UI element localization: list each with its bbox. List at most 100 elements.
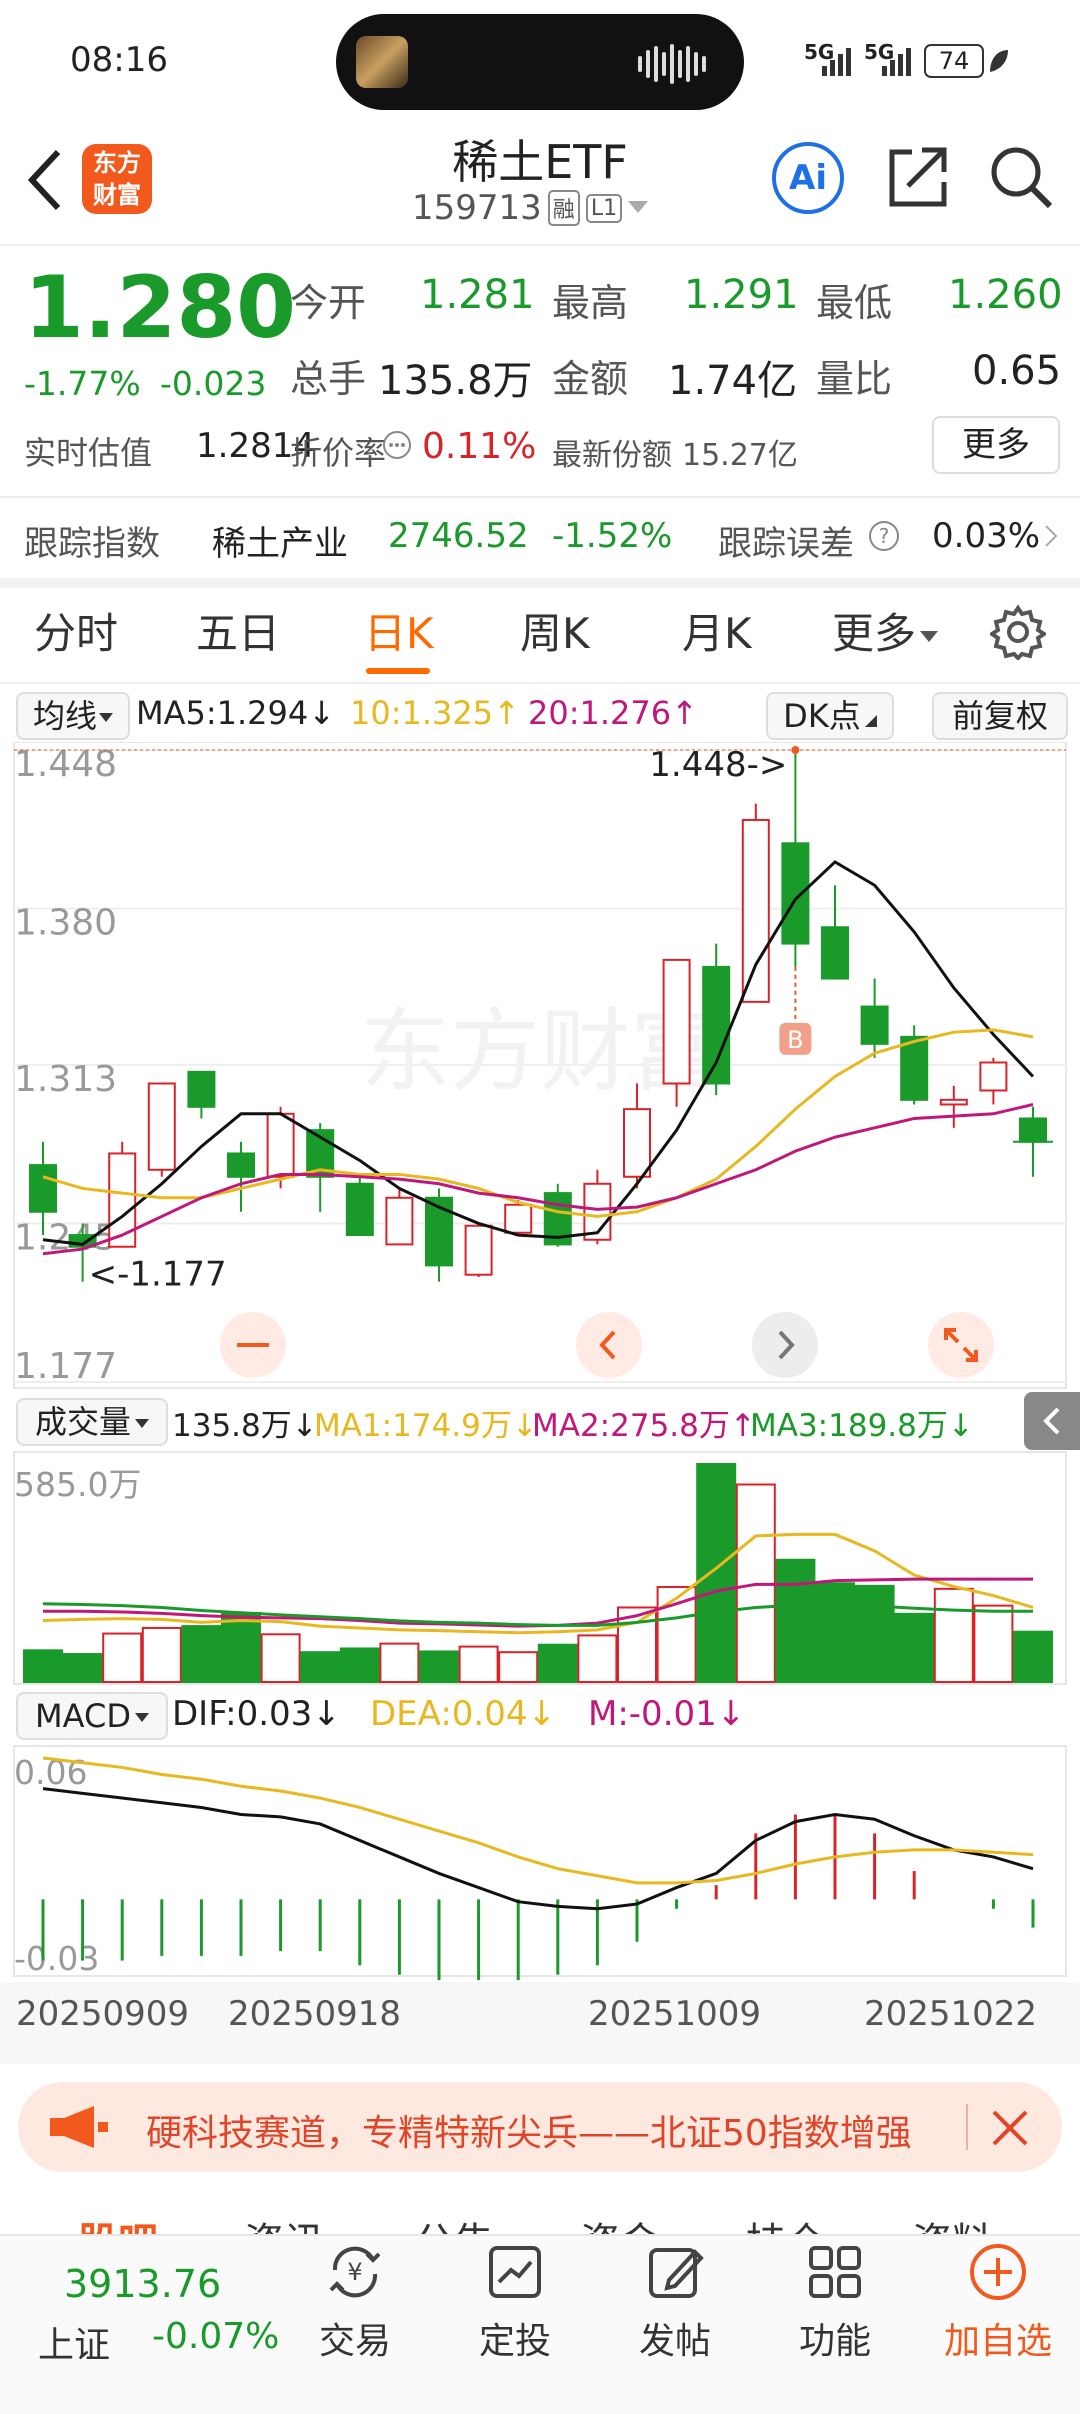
low-annotation: <-1.177 <box>89 1255 227 1295</box>
macd-indicator-select[interactable]: MACD <box>16 1692 168 1740</box>
volume-chart[interactable]: 585.0万 <box>0 1450 1080 1686</box>
candle <box>939 1085 968 1128</box>
indicator-select-label: 均线 <box>32 697 97 735</box>
chevron-left-icon <box>1043 1407 1060 1435</box>
dk-point-label: DK点 <box>783 697 861 735</box>
tab-weekly-k[interactable]: 周K <box>520 600 590 661</box>
caret-down-icon <box>135 1419 149 1428</box>
tracking-index-name[interactable]: 稀土产业 <box>212 516 348 565</box>
market-index-value[interactable]: 3913.76 <box>64 2262 221 2306</box>
zoom-out-button[interactable] <box>220 1312 286 1378</box>
volume-bar <box>696 1463 737 1683</box>
side-panel-toggle[interactable] <box>1024 1392 1080 1450</box>
add-circle-icon <box>970 2244 1026 2300</box>
volume-bar <box>181 1625 222 1684</box>
corner-triangle-icon <box>864 715 877 727</box>
open-value: 1.281 <box>420 272 535 318</box>
nav-fixed-invest[interactable]: 定投 <box>460 2240 570 2364</box>
date-label: 20251009 <box>588 1994 762 2034</box>
section-tab-profile[interactable]: 资料 <box>912 2210 992 2234</box>
caret-down-icon <box>99 713 113 722</box>
section-tab-announcements[interactable]: 公告 <box>414 2210 494 2234</box>
app-thumbnail-icon <box>356 36 408 88</box>
signal-icon-2 <box>882 48 911 76</box>
nav-functions[interactable]: 功能 <box>780 2240 890 2364</box>
tracking-index-change: -1.52% <box>552 516 673 556</box>
more-button[interactable]: 更多 <box>932 416 1060 474</box>
nav-post[interactable]: 发帖 <box>620 2240 730 2364</box>
back-arrow-icon[interactable] <box>24 148 64 212</box>
shares-label: 最新份额 <box>552 438 672 473</box>
macd-chart[interactable]: 0.06 -0.03 <box>0 1744 1080 1980</box>
nav-add-watchlist-label: 加自选 <box>943 2321 1052 2362</box>
adjust-price-button[interactable]: 前复权 <box>932 692 1068 740</box>
settings-gear-icon[interactable] <box>990 604 1046 660</box>
amount-label: 金额 <box>552 357 629 401</box>
tab-daily-k[interactable]: 日K <box>364 600 434 661</box>
candle <box>821 885 849 980</box>
market-index-name[interactable]: 上证 <box>38 2316 110 2368</box>
leaf-icon <box>990 50 1008 72</box>
tab-five-day[interactable]: 五日 <box>196 600 280 661</box>
tab-monthly-k[interactable]: 月K <box>682 600 752 661</box>
margin-tag: 融 <box>547 190 580 226</box>
close-icon[interactable] <box>990 2108 1030 2148</box>
dif-line <box>42 1787 1034 1911</box>
status-bar: 08:16 5G 5G 74 <box>0 0 1080 120</box>
section-tabs[interactable]: 股吧 资讯 公告 资金 持仓 资料 <box>0 2192 1080 2234</box>
audio-wave-icon <box>638 44 706 84</box>
candle <box>385 1188 414 1246</box>
high-annotation: 1.448-> <box>649 745 787 785</box>
date-label: 20250909 <box>16 1994 190 2034</box>
section-tab-news[interactable]: 资讯 <box>244 2210 324 2234</box>
dk-point-button[interactable]: DK点 <box>766 692 894 740</box>
tracking-error-value: 0.03% <box>932 516 1041 556</box>
chevron-right-icon[interactable] <box>1044 524 1058 548</box>
ma20-value: 20:1.276↑ <box>528 694 698 732</box>
volume-ma2: MA2:275.8万↑ <box>532 1408 756 1444</box>
high-dot <box>791 746 800 754</box>
scroll-left-button[interactable] <box>576 1312 642 1378</box>
share-icon[interactable] <box>886 144 950 210</box>
tab-more[interactable]: 更多 <box>832 600 939 661</box>
date-label: 20251022 <box>864 1994 1038 2034</box>
scroll-right-button[interactable] <box>752 1312 818 1378</box>
nav-trade[interactable]: ¥ 交易 <box>300 2240 410 2364</box>
promo-banner[interactable]: 硬科技赛道，专精特新尖兵——北证50指数增强 <box>18 2082 1062 2172</box>
macd-axis-bottom: -0.03 <box>14 1939 99 1978</box>
section-tab-holdings[interactable]: 持仓 <box>746 2210 826 2234</box>
low-label: 最低 <box>816 281 893 325</box>
section-tab-forum[interactable]: 股吧 <box>78 2210 158 2234</box>
indicator-select[interactable]: 均线 <box>16 692 130 740</box>
tab-more-label: 更多 <box>832 609 917 658</box>
help-icon[interactable]: ? <box>868 520 900 552</box>
market-index-change[interactable]: -0.07% <box>152 2316 279 2357</box>
chevron-right-icon <box>778 1330 795 1360</box>
expand-icon <box>944 1328 978 1362</box>
volume-indicator-select[interactable]: 成交量 <box>16 1398 168 1446</box>
volume-bar <box>300 1651 341 1683</box>
volume-value: 135.8万 <box>378 358 533 404</box>
svg-text:¥: ¥ <box>347 2258 362 2286</box>
nav-add-watchlist[interactable]: 加自选 <box>938 2240 1058 2364</box>
security-code-row[interactable]: 159713 融 L1 <box>412 186 649 230</box>
active-tab-indicator <box>366 668 430 674</box>
volume-bar <box>577 1634 618 1684</box>
volume-bar <box>221 1612 261 1683</box>
search-icon[interactable] <box>988 144 1054 210</box>
candle <box>702 943 731 1096</box>
chart-box-icon <box>489 2246 541 2298</box>
tab-intraday[interactable]: 分时 <box>34 600 118 661</box>
ma5-value: MA5:1.294↓ <box>136 694 336 732</box>
kline-chart[interactable]: 东方财富 1.4481.3801.3131.2451.177 1.448-><-… <box>0 742 1080 1392</box>
macd-m: M:-0.01↓ <box>588 1694 746 1734</box>
candle <box>741 803 770 1003</box>
fullscreen-button[interactable] <box>928 1312 994 1378</box>
candle <box>147 1082 176 1177</box>
logo-line-2: 财富 <box>93 181 141 209</box>
more-dots-icon[interactable] <box>382 430 412 460</box>
ai-assistant-button[interactable]: Ai <box>772 142 844 214</box>
candle <box>187 1070 216 1119</box>
section-tab-funds[interactable]: 资金 <box>580 2210 660 2234</box>
volume-bar <box>656 1585 697 1684</box>
